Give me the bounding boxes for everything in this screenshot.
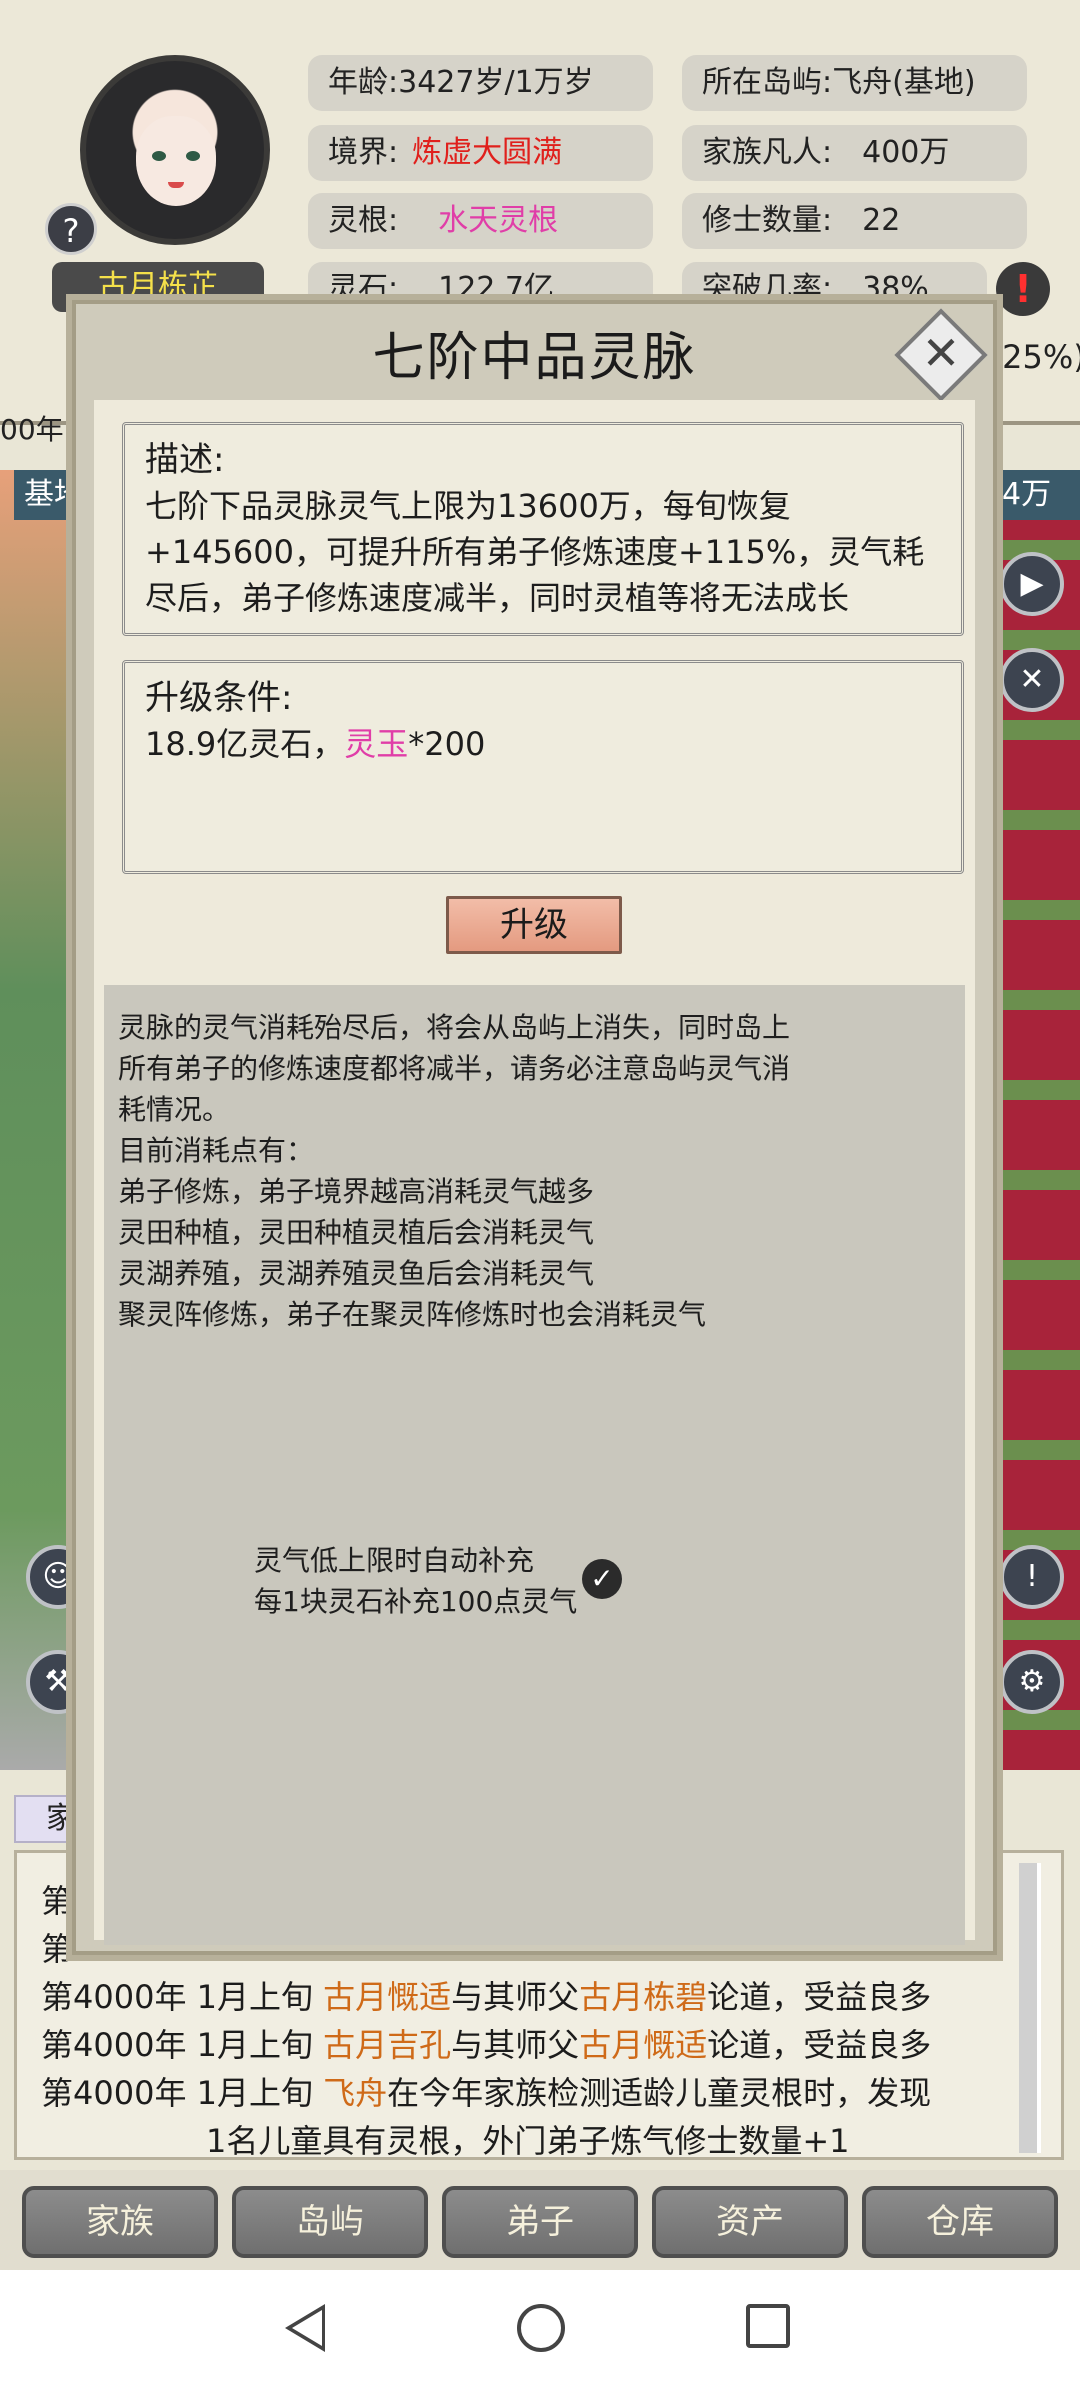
root-value: 水天灵根	[438, 203, 559, 238]
auto-refill-line1: 灵气低上限时自动补充	[254, 1544, 535, 1577]
game-screen: ? 古月栋芷 年龄:3427岁/1万岁 境界: 炼虚大圆满 灵根: 水天灵根 灵石:…	[0, 0, 1080, 2270]
info-line: 灵田种植，灵田种植灵植后会消耗灵气	[118, 1216, 595, 1249]
avatar-face	[136, 116, 216, 206]
nav-warehouse-button[interactable]: 仓库	[862, 2186, 1058, 2258]
description-heading: 描述:	[145, 440, 225, 480]
cultivators-value: 22	[862, 203, 901, 238]
consumption-info-panel: 灵脉的灵气消耗殆尽后，将会从岛屿上消失，同时岛上 所有弟子的修炼速度都将减半，请…	[104, 985, 965, 1945]
partial-percent: .25%)	[992, 338, 1080, 376]
log-row: 第4000年 1月上旬 飞舟在今年家族检测适龄儿童灵根时，发现	[41, 2074, 932, 2112]
info-line: 目前消耗点有：	[118, 1134, 315, 1167]
back-icon-inner	[292, 2310, 322, 2346]
info-line: 灵湖养殖，灵湖养殖灵鱼后会消耗灵气	[118, 1257, 595, 1290]
system-navigation-bar	[0, 2270, 1080, 2388]
upgrade-button[interactable]: 升级	[446, 896, 622, 954]
age-value: 3427岁/1万岁	[398, 65, 594, 100]
auto-refill-line2: 每1块灵石补充100点灵气	[254, 1585, 578, 1618]
warning-icon[interactable]: !	[996, 262, 1050, 316]
upgrade-conditions-heading: 升级条件:	[145, 678, 293, 718]
dialog-body: 描述: 七阶下品灵脉灵气上限为13600万，每旬恢复+145600，可提升所有弟…	[94, 400, 975, 1945]
recent-apps-icon[interactable]	[746, 2304, 790, 2348]
root-label: 灵根:	[328, 203, 399, 238]
info-line: 弟子修炼，弟子境界越高消耗灵气越多	[118, 1175, 595, 1208]
realm-stat: 境界: 炼虚大圆满	[308, 125, 653, 181]
log-row: 第4000年 1月上旬 古月吉孔与其师父古月慨适论道，受益良多	[41, 2026, 932, 2064]
settings-gear-icon[interactable]: ⚙	[1000, 1650, 1064, 1714]
island-stat: 所在岛屿:飞舟(基地)	[682, 55, 1027, 111]
island-label: 所在岛屿:	[702, 65, 833, 100]
auto-refill-text: 灵气低上限时自动补充 每1块灵石补充100点灵气	[254, 1540, 577, 1622]
realm-value: 炼虚大圆满	[412, 135, 563, 170]
play-icon[interactable]: ▶	[1000, 552, 1064, 616]
help-icon[interactable]: ?	[45, 203, 97, 255]
upgrade-cost-item: 灵玉	[344, 725, 409, 763]
info-line: 耗情况。	[118, 1093, 231, 1126]
spirit-vein-dialog: 七阶中品灵脉 ✕ 描述: 七阶下品灵脉灵气上限为13600万，每旬恢复+1456…	[72, 300, 997, 1955]
island-value: 飞舟(基地)	[832, 65, 976, 100]
dialog-title: 七阶中品灵脉	[372, 328, 697, 388]
nav-assets-button[interactable]: 资产	[652, 2186, 848, 2258]
nav-disciple-button[interactable]: 弟子	[442, 2186, 638, 2258]
avatar-eye-left	[152, 151, 166, 161]
info-line: 所有弟子的修炼速度都将减半，请务必注意岛屿灵气消	[118, 1052, 791, 1085]
upgrade-cost: 18.9亿灵石，灵玉*200	[145, 721, 941, 767]
log-scrollbar[interactable]	[1019, 1863, 1041, 2153]
auto-refill-checkbox[interactable]: ✓	[582, 1559, 622, 1599]
nav-island-button[interactable]: 岛屿	[232, 2186, 428, 2258]
avatar-eye-right	[186, 151, 200, 161]
mortals-stat: 家族凡人: 400万	[682, 125, 1027, 181]
home-icon[interactable]	[517, 2304, 565, 2352]
cultivators-stat: 修士数量: 22	[682, 193, 1027, 249]
mortals-value: 400万	[862, 135, 950, 170]
upgrade-cost-qty: *200	[408, 725, 486, 763]
avatar-mouth	[168, 182, 184, 188]
log-row: 1名儿童具有灵根，外门弟子炼气修士数量+1	[206, 2122, 850, 2160]
realm-label: 境界:	[328, 135, 399, 170]
bottom-nav: 家族 岛屿 弟子 资产 仓库	[0, 2170, 1080, 2270]
cultivators-label: 修士数量:	[702, 203, 833, 238]
nav-family-button[interactable]: 家族	[22, 2186, 218, 2258]
age-stat: 年龄:3427岁/1万岁	[308, 55, 653, 111]
log-row: 第4000年 1月上旬 古月慨适与其师父古月栋碧论道，受益良多	[41, 1978, 932, 2016]
upgrade-conditions-box: 升级条件: 18.9亿灵石，灵玉*200	[122, 660, 964, 874]
close-icon[interactable]: ✕	[908, 322, 974, 388]
partial-value-right: 4万	[992, 470, 1080, 520]
mortals-label: 家族凡人:	[702, 135, 833, 170]
info-line: 聚灵阵修炼，弟子在聚灵阵修炼时也会消耗灵气	[118, 1298, 707, 1331]
close-side-icon[interactable]: ✕	[1000, 648, 1064, 712]
notice-icon[interactable]: !	[1000, 1545, 1064, 1609]
description-text: 七阶下品灵脉灵气上限为13600万，每旬恢复+145600，可提升所有弟子修炼速…	[145, 487, 925, 617]
character-avatar[interactable]	[80, 55, 270, 245]
age-label: 年龄:	[328, 65, 399, 100]
spirit-root-stat: 灵根: 水天灵根	[308, 193, 653, 249]
info-line: 灵脉的灵气消耗殆尽后，将会从岛屿上消失，同时岛上	[118, 1011, 791, 1044]
description-box: 描述: 七阶下品灵脉灵气上限为13600万，每旬恢复+145600，可提升所有弟…	[122, 422, 964, 636]
upgrade-cost-stones: 18.9亿灵石，	[145, 725, 345, 763]
partial-year: 00年	[0, 413, 64, 446]
